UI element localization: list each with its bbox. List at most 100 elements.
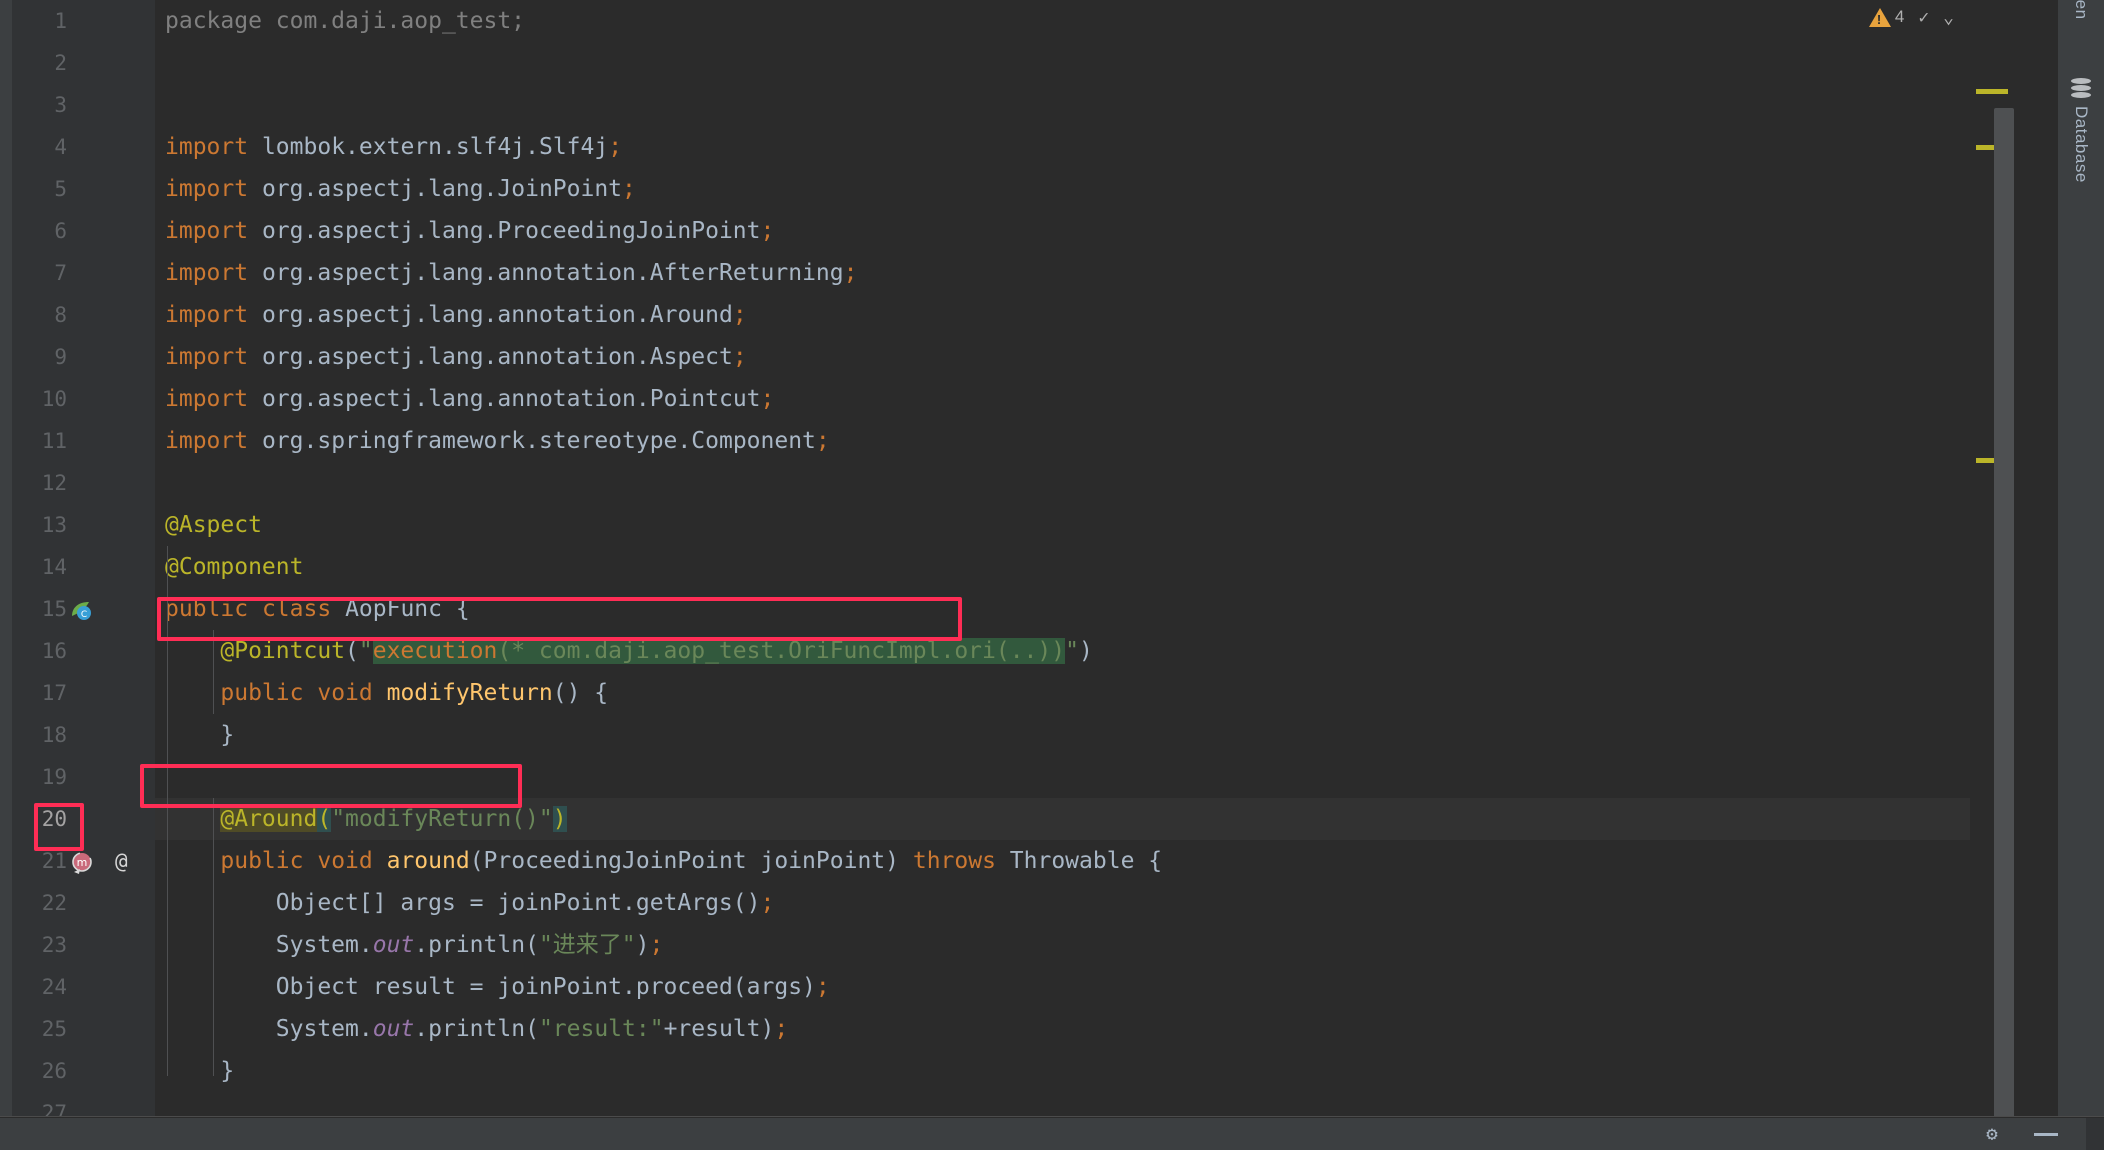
gutter-row[interactable]: 16 [12,630,155,672]
gutter-row[interactable]: 1 [12,0,155,42]
code-line[interactable]: import org.aspectj.lang.annotation.Aroun… [155,294,1970,336]
warning-badge[interactable]: 4 [1868,7,1905,27]
code-line[interactable]: public void modifyReturn() { [155,672,1970,714]
code-line[interactable]: Object[] args = joinPoint.getArgs(); [155,882,1970,924]
error-stripe-warning-marker[interactable] [1976,89,2008,95]
indent-guide [167,546,168,1076]
line-number: 5 [54,177,67,201]
gutter-row[interactable]: 13 [12,504,172,546]
inspection-widget[interactable]: 4 ✓ ⌄ [1858,0,1964,34]
aop-advice-method-icon[interactable]: m [69,850,95,876]
code-line[interactable]: package com.daji.aop_test; [155,0,1970,42]
svg-text:m: m [77,856,88,869]
right-tool-window-bar[interactable]: Maven Database [2057,0,2104,1118]
code-line[interactable]: import lombok.extern.slf4j.Slf4j; [155,126,1970,168]
gutter-row[interactable]: 20 [12,798,155,840]
gutter-row[interactable]: 4 [12,126,172,168]
database-icon [2071,78,2091,98]
gutter-row[interactable]: 10 [12,378,165,420]
gutter-row[interactable]: 14 [12,546,170,588]
code-line[interactable]: } [155,1050,1970,1092]
gutter-row[interactable]: 19 [12,756,155,798]
spring-bean-icon[interactable]: C [69,597,93,621]
source-code[interactable]: package com.daji.aop_test;import lombok.… [155,0,1970,1118]
gutter-row[interactable]: 22 [12,882,155,924]
gutter-row[interactable]: 3 [12,84,155,126]
line-number-column: 1 2 3 4 5 6 7 8 9 10 11 12 13 14 15 C 16 17 18 19 20 21 m @22 23… [12,0,172,1125]
code-line[interactable]: import org.springframework.stereotype.Co… [155,420,1970,462]
gutter-row[interactable]: 25 [12,1008,155,1050]
line-number: 15 [41,597,67,621]
indent-guide [213,798,214,1076]
line-number: 9 [54,345,67,369]
line-number: 7 [54,261,67,285]
line-number: 24 [41,975,67,999]
code-editor-area[interactable]: package com.daji.aop_test;import lombok.… [155,0,1970,1118]
code-line[interactable]: System.out.println("result:"+result); [155,1008,1970,1050]
code-line[interactable]: } [155,714,1970,756]
code-line[interactable]: public class AopFunc { [155,588,1970,630]
code-line[interactable]: public void around(ProceedingJoinPoint j… [155,840,1970,882]
gutter-row[interactable]: 5 [12,168,165,210]
gutter-row[interactable]: 15 C [12,588,155,630]
line-number: 21 [41,849,67,873]
line-number: 14 [41,555,67,579]
gutter-row[interactable]: 26 [12,1050,170,1092]
code-line[interactable]: System.out.println("进来了"); [155,924,1970,966]
code-line[interactable]: Object result = joinPoint.proceed(args); [155,966,1970,1008]
intellij-idea-window: ic 123456789101112131415C161718192021m@2… [0,0,2104,1150]
code-line[interactable]: @Component [155,546,1970,588]
code-line[interactable]: @Around("modifyReturn()") [155,798,1970,840]
line-number: 1 [54,9,67,33]
gutter-row[interactable]: 17 [12,672,172,714]
code-line[interactable]: import org.aspectj.lang.annotation.Aspec… [155,336,1970,378]
line-number: 22 [41,891,67,915]
gear-icon[interactable]: ⚙ [1982,1124,2002,1144]
line-number: 8 [54,303,67,327]
line-number: 6 [54,219,67,243]
line-number: 23 [41,933,67,957]
gutter-row[interactable]: 12 [12,462,155,504]
code-line[interactable] [155,756,1970,798]
tool-window-maven[interactable]: Maven [2058,0,2104,20]
code-line[interactable] [155,84,1970,126]
annotation-gutter-marker[interactable]: @ [115,840,128,882]
chevron-down-icon[interactable]: ⌄ [1943,7,1954,28]
check-icon[interactable]: ✓ [1918,7,1929,28]
code-line[interactable]: import org.aspectj.lang.ProceedingJoinPo… [155,210,1970,252]
left-panel-strip [0,0,12,1118]
gutter-row[interactable]: 24 [12,966,155,1008]
warning-count: 4 [1894,7,1905,26]
editor-scrollbar-thumb[interactable] [1994,108,2014,1118]
code-line[interactable]: import org.aspectj.lang.annotation.After… [155,252,1970,294]
line-number: 16 [41,639,67,663]
gutter-row[interactable]: 8 [12,294,165,336]
line-number: 2 [54,51,67,75]
code-line[interactable]: @Pointcut("execution(* com.daji.aop_test… [155,630,1970,672]
gutter-row[interactable]: 23 [12,924,155,966]
line-number: 20 [41,807,67,831]
code-line[interactable] [155,1092,1970,1118]
gutter-row[interactable]: 6 [12,210,165,252]
code-line[interactable] [155,42,1970,84]
gutter-row[interactable]: 18 [12,714,170,756]
gutter-row[interactable]: 11 [12,420,170,462]
code-line[interactable]: import org.aspectj.lang.annotation.Point… [155,378,1970,420]
gutter-row[interactable]: 9 [12,336,165,378]
minimize-icon[interactable] [2034,1133,2058,1136]
line-number: 10 [41,387,67,411]
tool-window-database[interactable]: Database [2058,78,2104,183]
status-bar: ⚙ [0,1117,2104,1150]
code-line[interactable] [155,462,1970,504]
indent-guide [213,630,214,714]
line-number: 4 [54,135,67,159]
line-number: 19 [41,765,67,789]
line-number: 3 [54,93,67,117]
svg-text:C: C [81,610,87,620]
gutter-row[interactable]: 2 [12,42,155,84]
line-number: 17 [41,681,67,705]
code-line[interactable]: @Aspect [155,504,1970,546]
gutter-row[interactable]: 7 [12,252,165,294]
code-line[interactable]: import org.aspectj.lang.JoinPoint; [155,168,1970,210]
gutter-row[interactable]: 21 m @ [12,840,172,882]
